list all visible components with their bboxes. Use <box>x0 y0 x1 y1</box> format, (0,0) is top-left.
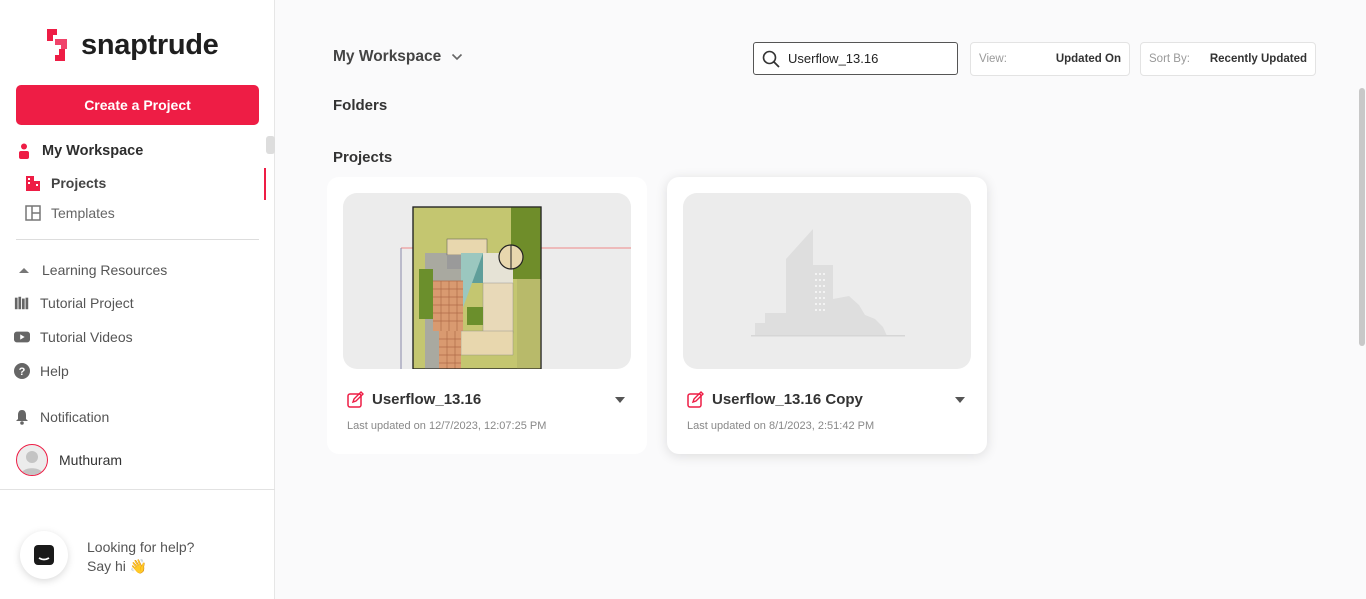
project-name-text: Userflow_13.16 Copy <box>712 391 863 408</box>
video-play-icon <box>14 329 30 345</box>
building-placeholder-icon <box>751 229 905 337</box>
last-updated: Last updated on 12/7/2023, 12:07:25 PM <box>347 420 547 432</box>
edit-icon[interactable] <box>687 391 704 408</box>
sidebar-item-help[interactable]: ? Help <box>14 363 69 379</box>
sidebar-item-label: Help <box>40 363 69 379</box>
sidebar-item-label: Templates <box>51 205 115 221</box>
chat-launcher-button[interactable] <box>20 531 68 579</box>
sidebar-item-label: My Workspace <box>42 143 144 159</box>
project-name[interactable]: Userflow_13.16 <box>347 391 481 408</box>
sidebar-item-tutorial-videos[interactable]: Tutorial Videos <box>14 329 133 345</box>
avatar <box>16 444 48 476</box>
sidebar-item-projects[interactable]: Projects <box>25 175 106 191</box>
divider <box>0 489 275 490</box>
user-name: Muthuram <box>59 452 123 468</box>
caret-down-icon[interactable] <box>615 397 625 403</box>
sort-value: Recently Updated <box>1209 53 1307 65</box>
project-name-text: Userflow_13.16 <box>372 391 482 408</box>
logo[interactable]: snaptrude <box>45 27 219 63</box>
sidebar-item-tutorial-project[interactable]: Tutorial Project <box>14 295 134 311</box>
sidebar-item-label: Notification <box>40 409 110 425</box>
chat-prompt[interactable]: Looking for help? Say hi 👋 <box>87 538 194 576</box>
projects-heading: Projects <box>333 149 393 166</box>
bell-icon <box>14 409 30 425</box>
chat-icon <box>34 545 54 565</box>
view-value: Updated On <box>1055 53 1121 65</box>
project-card[interactable]: Userflow_13.16 Last updated on 12/7/2023… <box>327 177 647 454</box>
caret-down-icon[interactable] <box>955 397 965 403</box>
library-icon <box>14 295 30 311</box>
learning-resources-label: Learning Resources <box>42 262 168 278</box>
sidebar: snaptrude Create a Project My Workspace … <box>0 0 275 599</box>
sort-label: Sort By: <box>1149 53 1190 65</box>
sidebar-item-templates[interactable]: Templates <box>25 205 115 221</box>
search-icon <box>762 50 780 68</box>
sidebar-item-label: Tutorial Project <box>40 295 134 311</box>
buildings-icon <box>25 175 41 191</box>
divider <box>16 239 259 240</box>
floorplan-thumbnail-image <box>400 206 631 369</box>
view-select[interactable]: View: Updated On <box>970 42 1130 76</box>
view-label: View: <box>979 53 1007 65</box>
project-thumbnail[interactable] <box>343 193 631 369</box>
sidebar-item-label: Projects <box>51 175 107 191</box>
person-icon <box>16 143 32 159</box>
sort-select[interactable]: Sort By: Recently Updated <box>1140 42 1316 76</box>
create-project-button[interactable]: Create a Project <box>16 85 259 125</box>
chevron-down-icon <box>452 53 463 61</box>
sidebar-item-my-workspace[interactable]: My Workspace <box>16 143 143 159</box>
workspace-title: My Workspace <box>333 48 442 65</box>
sidebar-scrollbar[interactable] <box>266 136 275 154</box>
project-card[interactable]: Userflow_13.16 Copy Last updated on 8/1/… <box>667 177 987 454</box>
chat-line-1: Looking for help? <box>87 539 195 555</box>
user-profile[interactable]: Muthuram <box>16 444 122 476</box>
floorplan-icon <box>25 205 41 221</box>
caret-up-icon <box>16 262 32 278</box>
snaptrude-logo-icon <box>47 29 67 61</box>
brand-name: snaptrude <box>81 28 219 61</box>
sidebar-item-label: Tutorial Videos <box>40 329 133 345</box>
last-updated: Last updated on 8/1/2023, 2:51:42 PM <box>687 420 875 432</box>
edit-icon[interactable] <box>347 391 364 408</box>
project-name[interactable]: Userflow_13.16 Copy <box>687 391 863 408</box>
workspace-dropdown[interactable]: My Workspace <box>333 48 463 66</box>
learning-resources-toggle[interactable]: Learning Resources <box>16 262 167 278</box>
folders-heading: Folders <box>333 97 388 114</box>
active-indicator <box>264 168 266 200</box>
help-icon: ? <box>14 363 30 379</box>
search-box[interactable] <box>753 42 958 75</box>
search-input[interactable] <box>786 50 950 67</box>
project-thumbnail[interactable] <box>683 193 971 369</box>
sidebar-item-notification[interactable]: Notification <box>14 409 109 425</box>
chat-line-2: Say hi 👋 <box>87 558 148 574</box>
svg-text:?: ? <box>19 366 26 378</box>
page-scrollbar[interactable] <box>1359 88 1365 346</box>
